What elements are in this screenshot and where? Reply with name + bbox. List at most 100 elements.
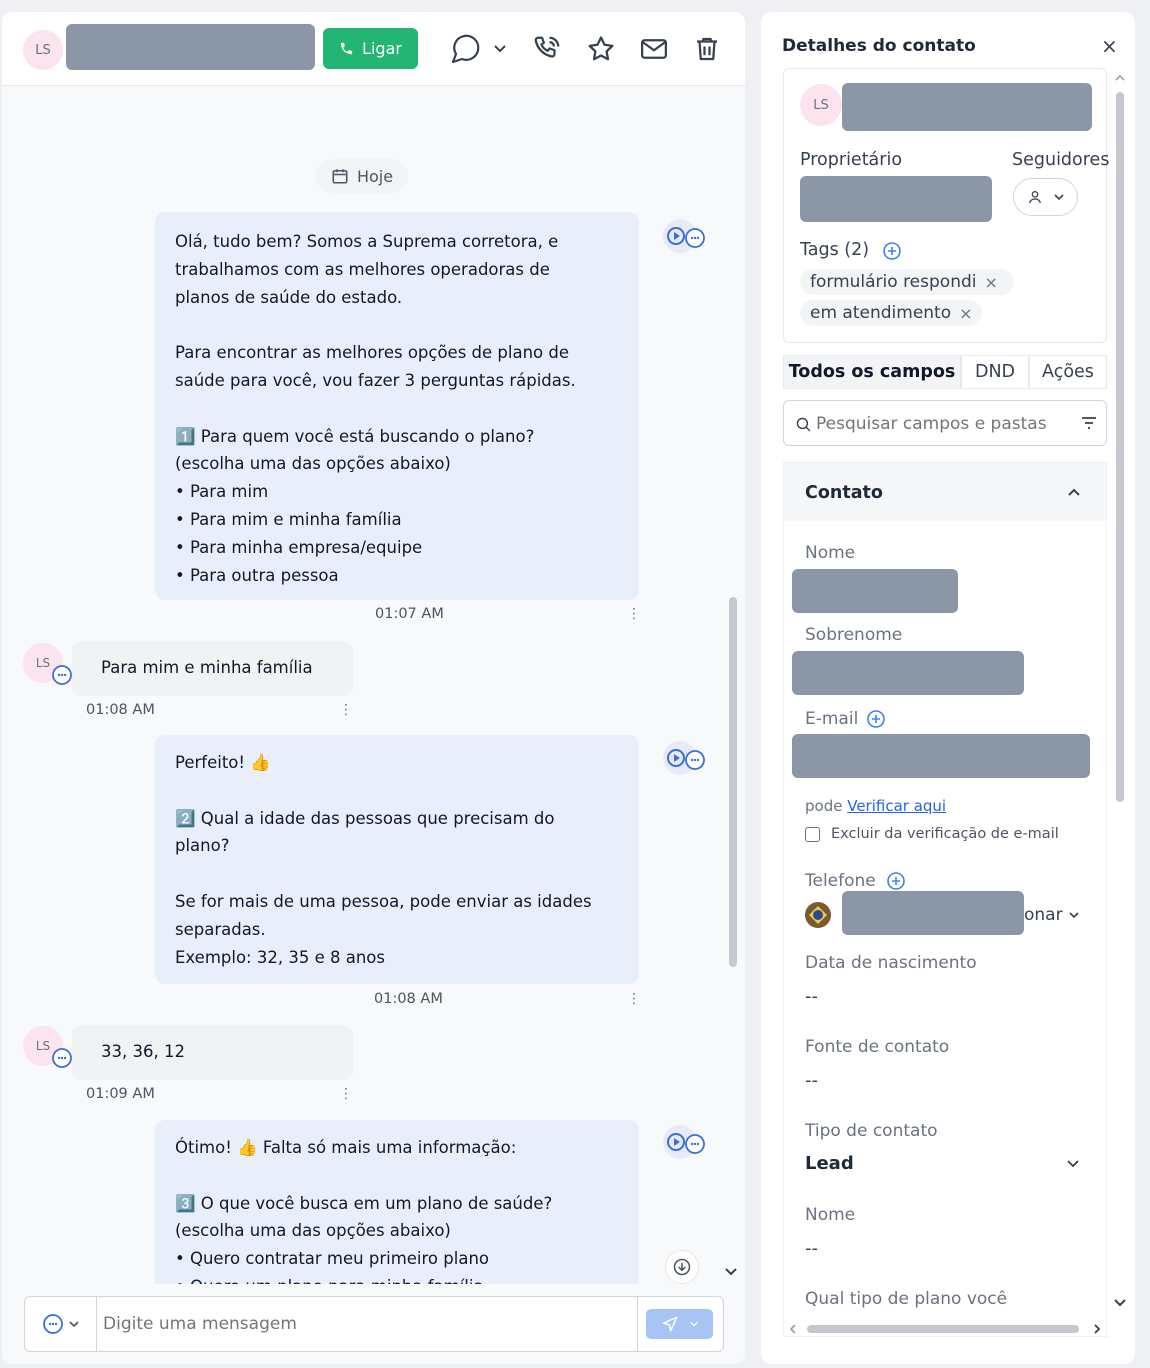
message-list: LS Ligar Hoje Olá, tudo bem? Somos a Sup… bbox=[2, 12, 745, 1364]
composer-divider bbox=[637, 1297, 638, 1351]
scroll-up-arrow-icon[interactable] bbox=[1115, 72, 1125, 84]
tags-label: Tags (2) bbox=[800, 240, 870, 260]
call-button[interactable]: Ligar bbox=[323, 28, 418, 69]
message-input[interactable] bbox=[103, 1305, 633, 1343]
phone-icon bbox=[340, 42, 353, 55]
chevron-down-icon[interactable] bbox=[1068, 909, 1080, 921]
chat-channel-icon bbox=[52, 1048, 72, 1068]
send-icon bbox=[662, 1316, 677, 1332]
tab-all-fields[interactable]: Todos os campos bbox=[783, 355, 961, 389]
workflow-bot-icon bbox=[663, 741, 705, 775]
contact-source-value[interactable]: -- bbox=[805, 1070, 818, 1091]
outgoing-message: Olá, tudo bem? Somos a Suprema corretora… bbox=[155, 212, 639, 600]
custom-name-value[interactable]: -- bbox=[805, 1238, 818, 1259]
remove-tag-icon[interactable]: × bbox=[984, 273, 997, 292]
owner-label: Proprietário bbox=[800, 150, 903, 170]
contact-type-select[interactable]: Lead bbox=[805, 1153, 854, 1174]
contact-name-redacted bbox=[66, 24, 315, 70]
mail-button[interactable] bbox=[637, 32, 671, 66]
chevron-down-icon bbox=[689, 1321, 698, 1327]
search-icon bbox=[796, 417, 811, 432]
close-icon[interactable]: × bbox=[1101, 34, 1118, 58]
panel-title: Detalhes do contato bbox=[782, 36, 976, 56]
tag-chip: formulário respondi × bbox=[800, 269, 1014, 295]
last-name-field-redacted[interactable] bbox=[792, 651, 1024, 695]
channel-selector[interactable] bbox=[25, 1297, 97, 1351]
exclude-verification-label: Excluir da verificação de e-mail bbox=[831, 826, 1059, 842]
conversation-header: LS Ligar bbox=[2, 12, 745, 86]
horizontal-scrollbar-thumb[interactable] bbox=[807, 1325, 1079, 1333]
message-timestamp: 01:09 AM bbox=[86, 1086, 155, 1102]
field-label: E-mail bbox=[805, 709, 859, 729]
verify-email-link[interactable]: Verificar aqui bbox=[847, 797, 946, 815]
scroll-left-arrow-icon[interactable] bbox=[787, 1322, 799, 1336]
field-label: Fonte de contato bbox=[805, 1037, 950, 1057]
contact-name-redacted bbox=[842, 83, 1092, 131]
tab-dnd[interactable]: DND bbox=[961, 355, 1029, 389]
message-more-icon[interactable]: ⋮ bbox=[339, 1086, 353, 1102]
panel-scrollbar-thumb[interactable] bbox=[1116, 92, 1124, 802]
add-email-icon[interactable] bbox=[866, 709, 886, 729]
brazil-flag-icon[interactable] bbox=[804, 901, 832, 929]
tag-label: formulário respondi bbox=[810, 272, 977, 292]
followers-label: Seguidores bbox=[1012, 150, 1110, 170]
user-icon bbox=[1028, 191, 1041, 204]
send-button[interactable] bbox=[646, 1309, 713, 1339]
field-label: Tipo de contato bbox=[805, 1121, 938, 1141]
bot-message-indicator bbox=[662, 740, 708, 780]
first-name-field-redacted[interactable] bbox=[792, 569, 958, 613]
phone-type-select[interactable]: onar bbox=[1024, 905, 1063, 925]
star-button[interactable] bbox=[584, 32, 618, 66]
birth-date-value[interactable]: -- bbox=[805, 986, 818, 1007]
outgoing-message: Perfeito! 👍 2️⃣ Qual a idade das pessoas… bbox=[155, 735, 639, 984]
owner-select-redacted[interactable] bbox=[800, 176, 992, 222]
message-channel-dropdown[interactable] bbox=[447, 32, 509, 66]
incoming-message: 33, 36, 12 bbox=[72, 1025, 353, 1080]
scroll-down-arrow-icon[interactable] bbox=[1112, 1296, 1128, 1310]
panel-scrollbar[interactable] bbox=[1112, 72, 1128, 1322]
field-label: Nome bbox=[805, 543, 856, 563]
contact-summary-card: LS Proprietário Seguidores Tags (2) form… bbox=[783, 68, 1110, 343]
chevron-up-icon bbox=[1068, 488, 1080, 496]
star-icon bbox=[588, 36, 614, 61]
chat-scrollbar-thumb[interactable] bbox=[729, 597, 737, 967]
exclude-verification-checkbox[interactable] bbox=[805, 827, 820, 842]
tag-label: em atendimento bbox=[810, 303, 952, 323]
message-composer bbox=[24, 1296, 724, 1352]
email-note-prefix: pode bbox=[805, 797, 848, 815]
tab-actions[interactable]: Ações bbox=[1029, 355, 1107, 389]
contact-avatar: LS bbox=[23, 30, 63, 70]
delete-button[interactable] bbox=[690, 32, 724, 66]
workflow-bot-icon bbox=[663, 1125, 705, 1159]
phone-field-redacted[interactable] bbox=[842, 891, 1024, 935]
message-timestamp: 01:07 AM bbox=[375, 606, 444, 622]
chevron-down-icon bbox=[68, 1321, 79, 1328]
horizontal-scrollbar[interactable] bbox=[787, 1322, 1103, 1336]
phone-header-button[interactable] bbox=[530, 32, 564, 66]
add-phone-icon[interactable] bbox=[886, 871, 906, 891]
message-more-icon[interactable]: ⋮ bbox=[627, 606, 641, 622]
chevron-down-icon[interactable] bbox=[1066, 1158, 1080, 1170]
message-bubble-dropdown-icon bbox=[451, 34, 506, 64]
remove-tag-icon[interactable]: × bbox=[959, 304, 972, 323]
contact-fields-section: Contato Nome Sobrenome E-mail E-mail é N… bbox=[783, 462, 1107, 1337]
contact-details-panel: Detalhes do contato × LS Proprietário Se… bbox=[761, 12, 1135, 1364]
bot-message-indicator bbox=[662, 218, 708, 258]
followers-select[interactable] bbox=[1013, 178, 1078, 216]
fields-search-input[interactable] bbox=[816, 409, 1056, 439]
email-field-redacted[interactable] bbox=[792, 734, 1090, 778]
bot-message-indicator bbox=[662, 1124, 708, 1164]
filter-icon[interactable] bbox=[1080, 415, 1098, 431]
chat-channel-icon bbox=[52, 665, 72, 685]
add-tag-icon[interactable] bbox=[882, 241, 902, 261]
calendar-icon bbox=[332, 169, 348, 184]
scroll-right-arrow-icon[interactable] bbox=[1091, 1322, 1103, 1336]
scroll-to-bottom-button[interactable] bbox=[665, 1250, 699, 1284]
arrow-down-circle-icon bbox=[673, 1258, 691, 1276]
scroll-down-arrow-icon[interactable] bbox=[723, 1265, 739, 1279]
date-label: Hoje bbox=[356, 166, 394, 186]
tag-chip: em atendimento × bbox=[800, 300, 982, 326]
message-more-icon[interactable]: ⋮ bbox=[339, 702, 353, 718]
section-header[interactable]: Contato bbox=[784, 463, 1106, 521]
message-more-icon[interactable]: ⋮ bbox=[627, 991, 641, 1007]
